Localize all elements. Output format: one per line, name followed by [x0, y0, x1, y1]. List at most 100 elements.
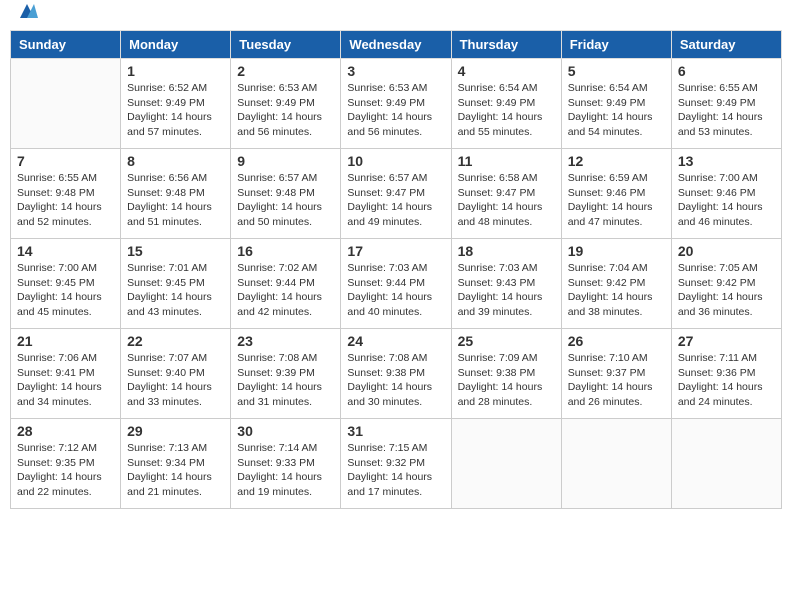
calendar-cell: 2 Sunrise: 6:53 AMSunset: 9:49 PMDayligh…: [231, 59, 341, 149]
calendar-cell: 11 Sunrise: 6:58 AMSunset: 9:47 PMDaylig…: [451, 149, 561, 239]
day-info: Sunrise: 7:08 AMSunset: 9:39 PMDaylight:…: [237, 351, 334, 410]
day-number: 30: [237, 423, 334, 439]
calendar-cell: 20 Sunrise: 7:05 AMSunset: 9:42 PMDaylig…: [671, 239, 781, 329]
day-info: Sunrise: 7:10 AMSunset: 9:37 PMDaylight:…: [568, 351, 665, 410]
day-info: Sunrise: 6:56 AMSunset: 9:48 PMDaylight:…: [127, 171, 224, 230]
day-info: Sunrise: 6:57 AMSunset: 9:47 PMDaylight:…: [347, 171, 444, 230]
day-info: Sunrise: 7:13 AMSunset: 9:34 PMDaylight:…: [127, 441, 224, 500]
day-info: Sunrise: 6:55 AMSunset: 9:49 PMDaylight:…: [678, 81, 775, 140]
day-number: 18: [458, 243, 555, 259]
day-info: Sunrise: 6:59 AMSunset: 9:46 PMDaylight:…: [568, 171, 665, 230]
day-number: 21: [17, 333, 114, 349]
calendar-cell: 12 Sunrise: 6:59 AMSunset: 9:46 PMDaylig…: [561, 149, 671, 239]
calendar-cell: 26 Sunrise: 7:10 AMSunset: 9:37 PMDaylig…: [561, 329, 671, 419]
calendar-table: SundayMondayTuesdayWednesdayThursdayFrid…: [10, 30, 782, 509]
day-info: Sunrise: 7:14 AMSunset: 9:33 PMDaylight:…: [237, 441, 334, 500]
header-monday: Monday: [121, 31, 231, 59]
day-info: Sunrise: 6:55 AMSunset: 9:48 PMDaylight:…: [17, 171, 114, 230]
day-info: Sunrise: 7:01 AMSunset: 9:45 PMDaylight:…: [127, 261, 224, 320]
calendar-cell: 14 Sunrise: 7:00 AMSunset: 9:45 PMDaylig…: [11, 239, 121, 329]
day-info: Sunrise: 6:57 AMSunset: 9:48 PMDaylight:…: [237, 171, 334, 230]
day-number: 6: [678, 63, 775, 79]
calendar-cell: 10 Sunrise: 6:57 AMSunset: 9:47 PMDaylig…: [341, 149, 451, 239]
calendar-cell: 22 Sunrise: 7:07 AMSunset: 9:40 PMDaylig…: [121, 329, 231, 419]
day-info: Sunrise: 6:54 AMSunset: 9:49 PMDaylight:…: [458, 81, 555, 140]
day-info: Sunrise: 6:53 AMSunset: 9:49 PMDaylight:…: [347, 81, 444, 140]
day-info: Sunrise: 6:54 AMSunset: 9:49 PMDaylight:…: [568, 81, 665, 140]
day-number: 15: [127, 243, 224, 259]
day-number: 17: [347, 243, 444, 259]
calendar-cell: 24 Sunrise: 7:08 AMSunset: 9:38 PMDaylig…: [341, 329, 451, 419]
day-number: 10: [347, 153, 444, 169]
calendar-cell: [11, 59, 121, 149]
calendar-cell: 23 Sunrise: 7:08 AMSunset: 9:39 PMDaylig…: [231, 329, 341, 419]
header-saturday: Saturday: [671, 31, 781, 59]
day-number: 27: [678, 333, 775, 349]
day-info: Sunrise: 7:09 AMSunset: 9:38 PMDaylight:…: [458, 351, 555, 410]
day-number: 26: [568, 333, 665, 349]
calendar-cell: 6 Sunrise: 6:55 AMSunset: 9:49 PMDayligh…: [671, 59, 781, 149]
day-number: 2: [237, 63, 334, 79]
day-number: 1: [127, 63, 224, 79]
calendar-cell: 16 Sunrise: 7:02 AMSunset: 9:44 PMDaylig…: [231, 239, 341, 329]
day-number: 3: [347, 63, 444, 79]
day-number: 5: [568, 63, 665, 79]
day-info: Sunrise: 7:12 AMSunset: 9:35 PMDaylight:…: [17, 441, 114, 500]
header-tuesday: Tuesday: [231, 31, 341, 59]
day-info: Sunrise: 7:03 AMSunset: 9:43 PMDaylight:…: [458, 261, 555, 320]
calendar-week-4: 21 Sunrise: 7:06 AMSunset: 9:41 PMDaylig…: [11, 329, 782, 419]
day-number: 31: [347, 423, 444, 439]
day-info: Sunrise: 7:00 AMSunset: 9:45 PMDaylight:…: [17, 261, 114, 320]
day-info: Sunrise: 7:04 AMSunset: 9:42 PMDaylight:…: [568, 261, 665, 320]
calendar-cell: 5 Sunrise: 6:54 AMSunset: 9:49 PMDayligh…: [561, 59, 671, 149]
day-number: 13: [678, 153, 775, 169]
calendar-cell: 9 Sunrise: 6:57 AMSunset: 9:48 PMDayligh…: [231, 149, 341, 239]
header-wednesday: Wednesday: [341, 31, 451, 59]
calendar-cell: 13 Sunrise: 7:00 AMSunset: 9:46 PMDaylig…: [671, 149, 781, 239]
calendar-week-1: 1 Sunrise: 6:52 AMSunset: 9:49 PMDayligh…: [11, 59, 782, 149]
header-thursday: Thursday: [451, 31, 561, 59]
calendar-cell: 8 Sunrise: 6:56 AMSunset: 9:48 PMDayligh…: [121, 149, 231, 239]
calendar-cell: 15 Sunrise: 7:01 AMSunset: 9:45 PMDaylig…: [121, 239, 231, 329]
day-info: Sunrise: 7:05 AMSunset: 9:42 PMDaylight:…: [678, 261, 775, 320]
day-number: 24: [347, 333, 444, 349]
day-number: 28: [17, 423, 114, 439]
calendar-week-3: 14 Sunrise: 7:00 AMSunset: 9:45 PMDaylig…: [11, 239, 782, 329]
day-number: 29: [127, 423, 224, 439]
calendar-cell: [671, 419, 781, 509]
day-number: 12: [568, 153, 665, 169]
day-number: 4: [458, 63, 555, 79]
calendar-cell: 21 Sunrise: 7:06 AMSunset: 9:41 PMDaylig…: [11, 329, 121, 419]
calendar-cell: 3 Sunrise: 6:53 AMSunset: 9:49 PMDayligh…: [341, 59, 451, 149]
calendar-week-5: 28 Sunrise: 7:12 AMSunset: 9:35 PMDaylig…: [11, 419, 782, 509]
calendar-cell: 17 Sunrise: 7:03 AMSunset: 9:44 PMDaylig…: [341, 239, 451, 329]
header-friday: Friday: [561, 31, 671, 59]
day-number: 8: [127, 153, 224, 169]
day-info: Sunrise: 7:08 AMSunset: 9:38 PMDaylight:…: [347, 351, 444, 410]
calendar-cell: [561, 419, 671, 509]
calendar-cell: 4 Sunrise: 6:54 AMSunset: 9:49 PMDayligh…: [451, 59, 561, 149]
calendar-cell: 28 Sunrise: 7:12 AMSunset: 9:35 PMDaylig…: [11, 419, 121, 509]
calendar-cell: 31 Sunrise: 7:15 AMSunset: 9:32 PMDaylig…: [341, 419, 451, 509]
day-number: 7: [17, 153, 114, 169]
day-info: Sunrise: 6:58 AMSunset: 9:47 PMDaylight:…: [458, 171, 555, 230]
day-number: 22: [127, 333, 224, 349]
day-info: Sunrise: 7:15 AMSunset: 9:32 PMDaylight:…: [347, 441, 444, 500]
day-info: Sunrise: 7:11 AMSunset: 9:36 PMDaylight:…: [678, 351, 775, 410]
calendar-cell: 1 Sunrise: 6:52 AMSunset: 9:49 PMDayligh…: [121, 59, 231, 149]
calendar-cell: 30 Sunrise: 7:14 AMSunset: 9:33 PMDaylig…: [231, 419, 341, 509]
calendar-header-row: SundayMondayTuesdayWednesdayThursdayFrid…: [11, 31, 782, 59]
page-header: [10, 10, 782, 22]
day-info: Sunrise: 6:53 AMSunset: 9:49 PMDaylight:…: [237, 81, 334, 140]
day-info: Sunrise: 7:03 AMSunset: 9:44 PMDaylight:…: [347, 261, 444, 320]
day-info: Sunrise: 6:52 AMSunset: 9:49 PMDaylight:…: [127, 81, 224, 140]
calendar-cell: [451, 419, 561, 509]
day-number: 23: [237, 333, 334, 349]
day-number: 9: [237, 153, 334, 169]
day-number: 25: [458, 333, 555, 349]
calendar-cell: 27 Sunrise: 7:11 AMSunset: 9:36 PMDaylig…: [671, 329, 781, 419]
day-number: 19: [568, 243, 665, 259]
calendar-cell: 29 Sunrise: 7:13 AMSunset: 9:34 PMDaylig…: [121, 419, 231, 509]
logo-icon: [16, 0, 38, 22]
day-number: 20: [678, 243, 775, 259]
